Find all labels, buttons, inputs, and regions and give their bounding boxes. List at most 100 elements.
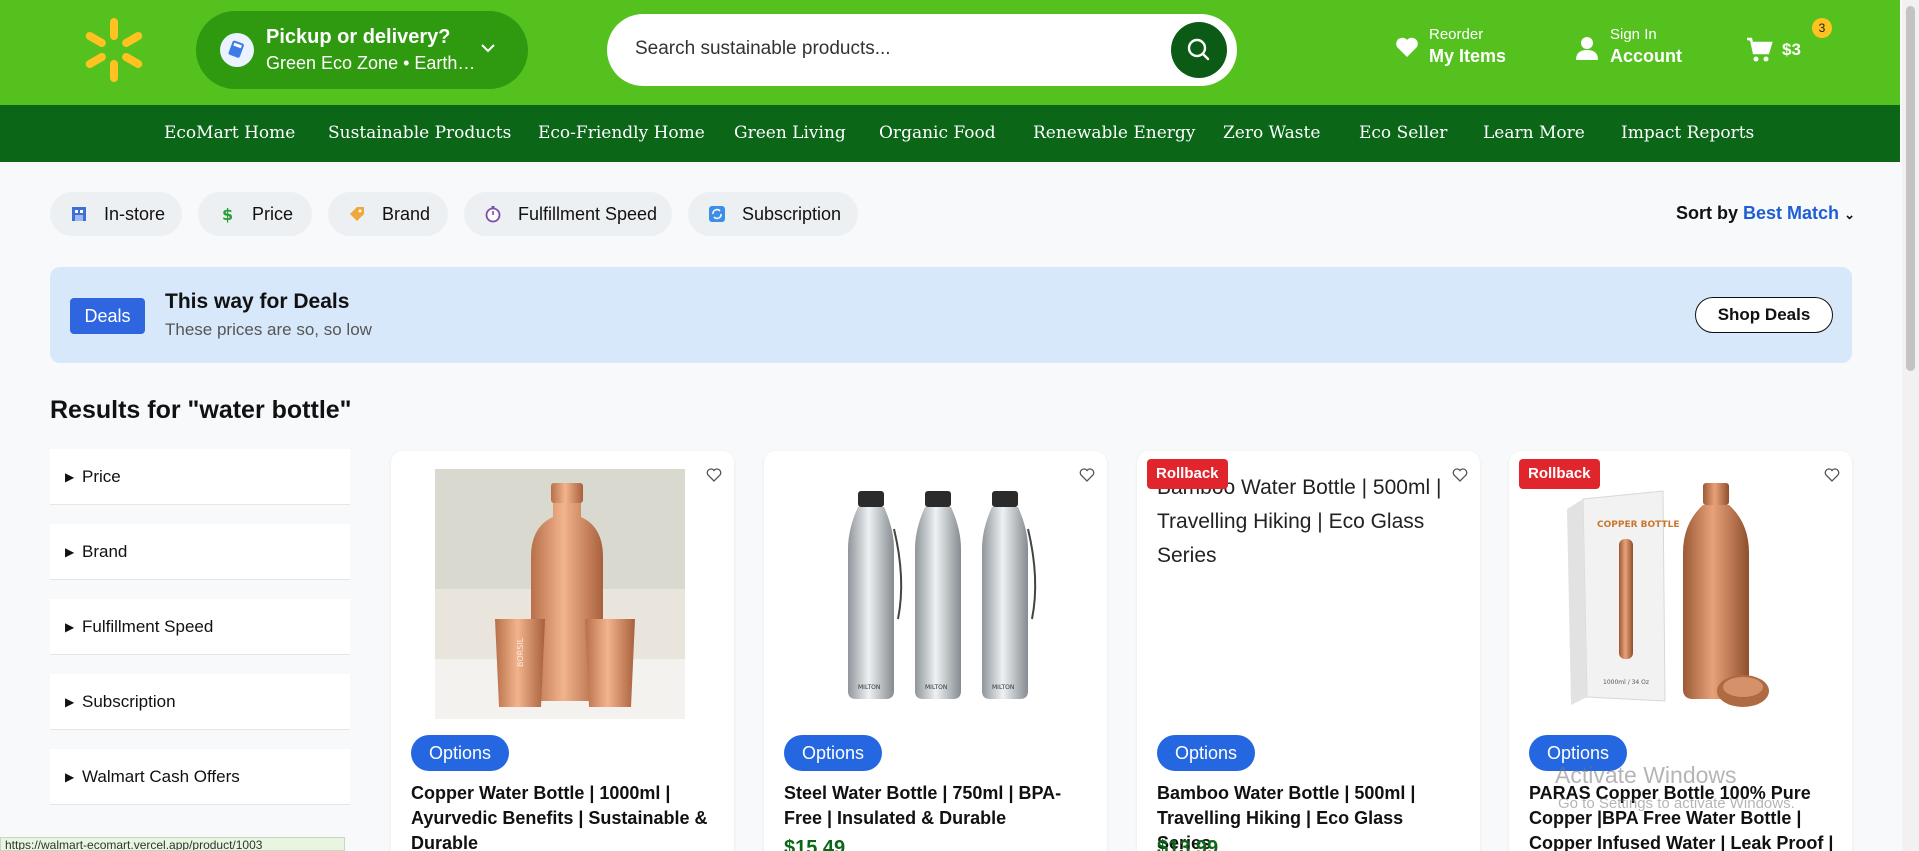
chip-label: Brand bbox=[382, 204, 431, 224]
dollar-icon: $ bbox=[222, 205, 233, 223]
chip-fulfillment-speed[interactable]: Fulfillment Speed bbox=[464, 192, 672, 236]
chevron-down-icon: ⌄ bbox=[1844, 207, 1855, 222]
sort-label: Sort by bbox=[1676, 203, 1739, 223]
caret-right-icon: ▶ bbox=[65, 470, 75, 484]
search-icon bbox=[1187, 38, 1210, 61]
svg-text:1000ml / 34 Oz: 1000ml / 34 Oz bbox=[1603, 679, 1649, 686]
chip-price[interactable]: $ Price bbox=[198, 192, 312, 236]
svg-text:$: $ bbox=[222, 205, 233, 223]
options-button[interactable]: Options bbox=[411, 735, 510, 771]
product-price: $13.99 bbox=[1157, 837, 1219, 851]
nav-eco-friendly-home[interactable]: Eco-Friendly Home bbox=[538, 123, 705, 143]
svg-text:BORSIL: BORSIL bbox=[516, 637, 525, 667]
tag-icon bbox=[350, 207, 364, 221]
paras-copper-bottle-image[interactable]: COPPER BOTTLE 1000ml / 34 Oz bbox=[1553, 469, 1803, 719]
copper-bottle-image[interactable]: BORSIL bbox=[435, 469, 685, 719]
facet-label: Fulfillment Speed bbox=[82, 617, 214, 636]
heart-outline-icon[interactable] bbox=[1452, 467, 1468, 483]
sort-value: Best Match bbox=[1743, 203, 1840, 223]
location-title: Pickup or delivery? bbox=[266, 26, 451, 48]
nav-impact-reports[interactable]: Impact Reports bbox=[1621, 123, 1754, 143]
product-title[interactable]: PARAS Copper Bottle 100% Pure Copper |BP… bbox=[1529, 781, 1834, 851]
chip-subscription[interactable]: Subscription bbox=[688, 192, 858, 236]
facet-label: Walmart Cash Offers bbox=[82, 767, 240, 786]
svg-text:COPPER BOTTLE: COPPER BOTTLE bbox=[1597, 520, 1680, 530]
heart-outline-icon[interactable] bbox=[706, 467, 722, 483]
windows-watermark-subtitle: Go to Settings to activate Windows. bbox=[1558, 795, 1795, 812]
product-title[interactable]: Copper Water Bottle | 1000ml | Ayurvedic… bbox=[411, 781, 716, 851]
reorder-link[interactable]: Reorder My Items bbox=[1395, 26, 1506, 67]
search-button[interactable] bbox=[1171, 22, 1227, 78]
cart-button[interactable]: $3 bbox=[1746, 37, 1816, 67]
refresh-icon bbox=[709, 206, 725, 222]
product-card[interactable]: COPPER BOTTLE 1000ml / 34 Oz Rollback Op… bbox=[1509, 451, 1852, 851]
nav-organic-food[interactable]: Organic Food bbox=[879, 123, 996, 143]
shop-deals-button[interactable]: Shop Deals bbox=[1695, 297, 1833, 333]
chip-label: Price bbox=[252, 204, 294, 224]
facet-price[interactable]: ▶ Price bbox=[50, 449, 350, 505]
nav-renewable-energy[interactable]: Renewable Energy bbox=[1033, 123, 1195, 143]
caret-right-icon: ▶ bbox=[65, 545, 75, 559]
sort-dropdown[interactable]: Sort by Best Match ⌄ bbox=[1676, 203, 1855, 224]
results-title: Results for "water bottle" bbox=[50, 396, 352, 424]
location-value: Green Eco Zone • Earth Friendly bbox=[266, 53, 476, 73]
steel-bottle-image[interactable]: MILTON MILTON MILTON bbox=[808, 469, 1058, 719]
search-input[interactable] bbox=[635, 30, 1155, 68]
delivery-icon bbox=[220, 33, 254, 67]
signin-label: Sign In bbox=[1610, 26, 1657, 43]
rollback-badge: Rollback bbox=[1147, 459, 1228, 489]
heart-outline-icon[interactable] bbox=[1824, 467, 1840, 483]
chip-in-store[interactable]: In-store bbox=[50, 192, 182, 236]
windows-watermark-title: Activate Windows bbox=[1555, 762, 1737, 788]
chip-brand[interactable]: Brand bbox=[328, 192, 448, 236]
spark-logo-icon[interactable] bbox=[84, 18, 144, 82]
nav-green-living[interactable]: Green Living bbox=[734, 123, 846, 143]
store-icon bbox=[72, 207, 86, 221]
chip-label: Fulfillment Speed bbox=[518, 204, 658, 224]
facet-brand[interactable]: ▶ Brand bbox=[50, 524, 350, 580]
chevron-down-icon bbox=[481, 44, 495, 53]
facet-subscription[interactable]: ▶ Subscription bbox=[50, 674, 350, 730]
nav-ecomart-home[interactable]: EcoMart Home bbox=[164, 123, 295, 143]
product-price: $15.49 bbox=[784, 837, 846, 851]
facet-walmart-cash-offers[interactable]: ▶ Walmart Cash Offers bbox=[50, 749, 350, 805]
account-link[interactable]: Sign In Account bbox=[1576, 26, 1682, 67]
nav-learn-more[interactable]: Learn More bbox=[1483, 123, 1585, 143]
caret-right-icon: ▶ bbox=[65, 620, 75, 634]
location-picker[interactable]: Pickup or delivery? Green Eco Zone • Ear… bbox=[196, 11, 528, 89]
cart-total: $3 bbox=[1782, 40, 1801, 59]
deals-banner: Deals This way for Deals These prices ar… bbox=[50, 267, 1852, 363]
top-header: Pickup or delivery? Green Eco Zone • Ear… bbox=[0, 0, 1900, 105]
cart-count-badge: 3 bbox=[1812, 18, 1832, 38]
svg-text:MILTON: MILTON bbox=[858, 684, 880, 691]
heart-outline-icon[interactable] bbox=[1079, 467, 1095, 483]
stopwatch-icon bbox=[485, 206, 501, 223]
category-nav: EcoMart Home Sustainable Products Eco-Fr… bbox=[0, 105, 1900, 162]
nav-eco-seller[interactable]: Eco Seller bbox=[1359, 123, 1447, 143]
chip-label: In-store bbox=[104, 204, 166, 224]
reorder-label: Reorder bbox=[1429, 26, 1484, 43]
options-button[interactable]: Options bbox=[1157, 735, 1256, 771]
search-bar bbox=[607, 14, 1237, 86]
caret-right-icon: ▶ bbox=[65, 770, 75, 784]
facet-fulfillment-speed[interactable]: ▶ Fulfillment Speed bbox=[50, 599, 350, 655]
facet-label: Price bbox=[82, 467, 121, 486]
account-label: Account bbox=[1610, 46, 1682, 66]
product-card[interactable]: BORSIL Options Copper Water Bottle | 100… bbox=[391, 451, 734, 851]
product-title[interactable]: Steel Water Bottle | 750ml | BPA-Free | … bbox=[784, 781, 1089, 831]
scrollbar-thumb[interactable] bbox=[1906, 6, 1915, 371]
my-items-label: My Items bbox=[1429, 46, 1507, 66]
product-card[interactable]: Bamboo Water Bottle | 500ml | Travelling… bbox=[1137, 451, 1480, 851]
deals-badge: Deals bbox=[70, 298, 145, 334]
product-card[interactable]: MILTON MILTON MILTON Options Steel Water… bbox=[764, 451, 1107, 851]
chip-label: Subscription bbox=[742, 204, 842, 224]
nav-zero-waste[interactable]: Zero Waste bbox=[1223, 123, 1320, 143]
svg-text:MILTON: MILTON bbox=[925, 684, 947, 691]
options-button[interactable]: Options bbox=[784, 735, 883, 771]
heart-icon bbox=[1396, 37, 1418, 57]
status-url: https://walmart-ecomart.vercel.app/produ… bbox=[0, 837, 345, 851]
cart-icon bbox=[1747, 37, 1773, 62]
nav-sustainable-products[interactable]: Sustainable Products bbox=[328, 123, 511, 143]
caret-right-icon: ▶ bbox=[65, 695, 75, 709]
facet-label: Subscription bbox=[82, 692, 176, 711]
